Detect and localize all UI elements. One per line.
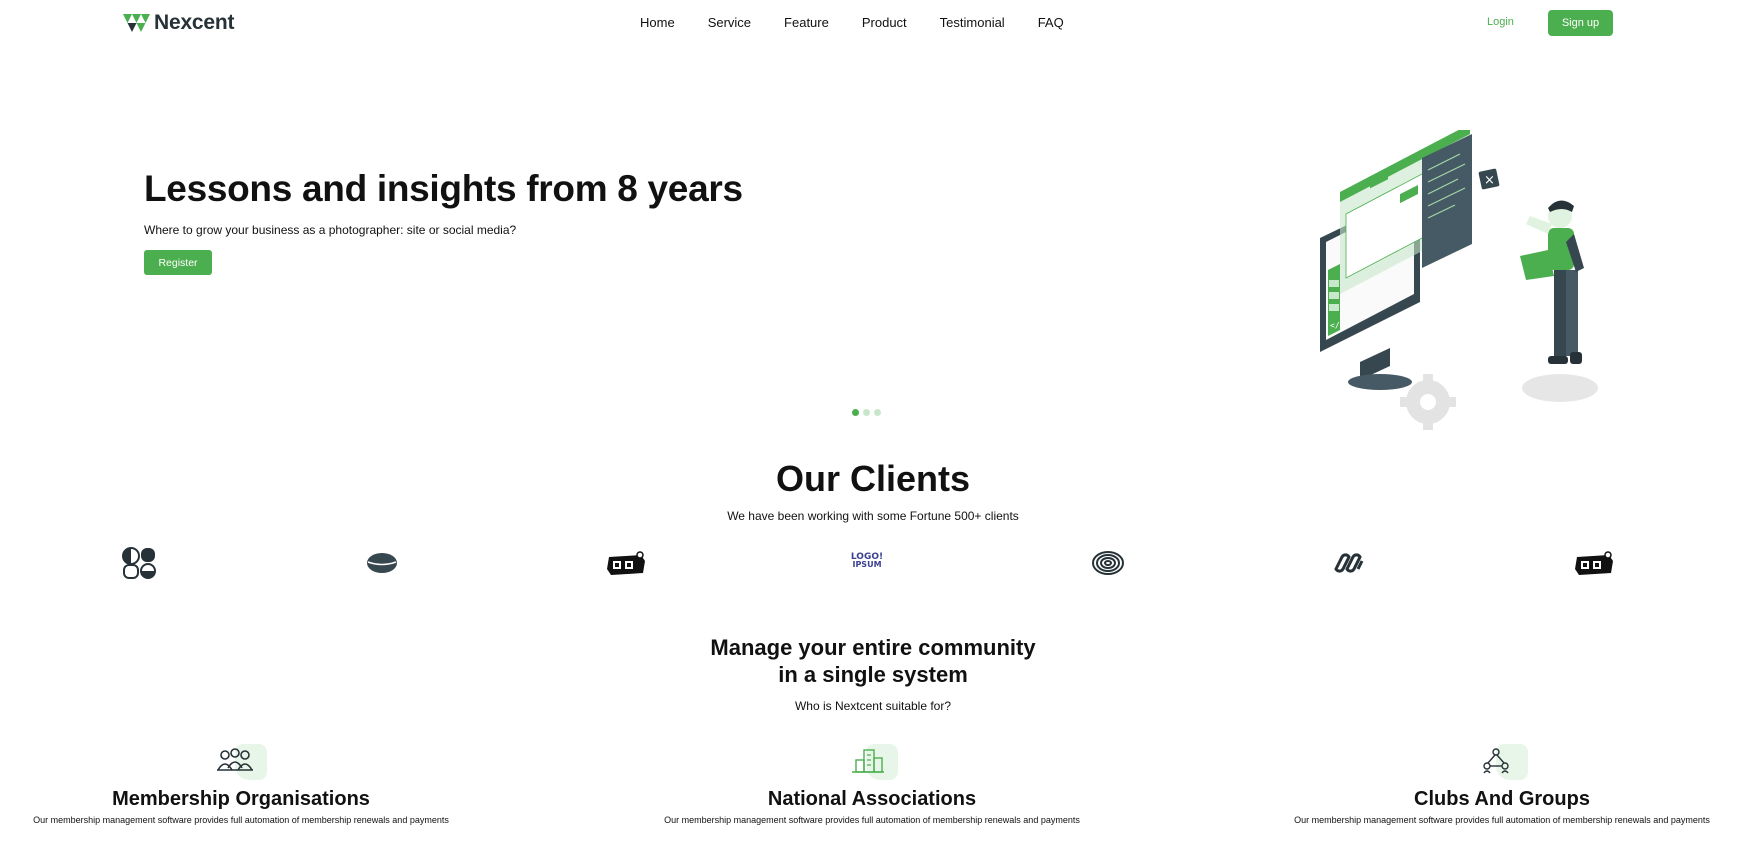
buildings-icon [852,749,884,773]
card-national-associations: National Associations Our membership man… [632,744,1112,825]
card-membership-organisations: Membership Organisations Our membership … [1,744,481,825]
carousel-dots [852,409,881,416]
svg-text:×: × [1484,173,1495,188]
card-text: Our membership management software provi… [33,815,449,825]
nav-faq[interactable]: FAQ [1038,15,1064,30]
client-logo-blocks-icon [122,547,156,579]
login-link[interactable]: Login [1487,16,1514,28]
nav-feature[interactable]: Feature [784,15,829,30]
community-title-line1: Manage your entire community [710,635,1036,660]
client-logo-rings-icon [1092,551,1124,575]
register-button[interactable]: Register [144,250,212,275]
hero-illustration: </> × [1320,130,1598,430]
illustration-code-glyph: </> [1330,321,1345,330]
main-nav: Home Service Feature Product Testimonial… [640,15,1097,30]
group-network-icon [1483,748,1509,774]
card-icon-wrap [846,744,898,784]
card-clubs-and-groups: Clubs And Groups Our membership manageme… [1262,744,1742,825]
card-title: Clubs And Groups [1414,788,1590,810]
client-logo-links-icon [1334,553,1364,573]
carousel-dot-1[interactable] [852,409,859,416]
hero-subtitle: Where to grow your business as a photogr… [144,223,517,237]
carousel-dot-2[interactable] [863,409,870,416]
hero-title: Lessons and insights from 8 years [144,168,743,209]
clients-subtitle: We have been working with some Fortune 5… [727,509,1019,523]
people-icon [217,748,253,771]
carousel-dot-3[interactable] [874,409,881,416]
card-text: Our membership management software provi… [664,815,1080,825]
brand-logo[interactable]: Nexcent [123,11,235,35]
client-logo-box-icon [1575,551,1613,575]
site-header: Nexcent Home Service Feature Product Tes… [0,0,1746,48]
clients-title: Our Clients [775,458,971,499]
community-title-line2: in a single system [778,662,968,687]
card-title: Membership Organisations [112,788,370,810]
signup-button[interactable]: Sign up [1548,10,1613,36]
card-icon-wrap [215,744,267,784]
nav-home[interactable]: Home [640,15,675,30]
community-title: Manage your entire community in a single… [0,634,1746,688]
client-logo-lips-icon [367,553,397,573]
card-icon-wrap [1476,744,1528,784]
brand-logo-icon [123,14,150,32]
logoipsum-bottom: IPSUM [852,560,882,569]
card-title: National Associations [767,788,977,810]
nav-testimonial[interactable]: Testimonial [940,15,1005,30]
community-subtitle: Who is Nextcent suitable for? [794,699,952,713]
nav-service[interactable]: Service [708,15,751,30]
card-text: Our membership management software provi… [1294,815,1710,825]
client-logo-logoipsum-icon: LOGO! IPSUM [848,547,886,579]
client-logo-box-icon [607,551,645,575]
brand-name: Nexcent [154,11,235,34]
nav-product[interactable]: Product [862,15,907,30]
